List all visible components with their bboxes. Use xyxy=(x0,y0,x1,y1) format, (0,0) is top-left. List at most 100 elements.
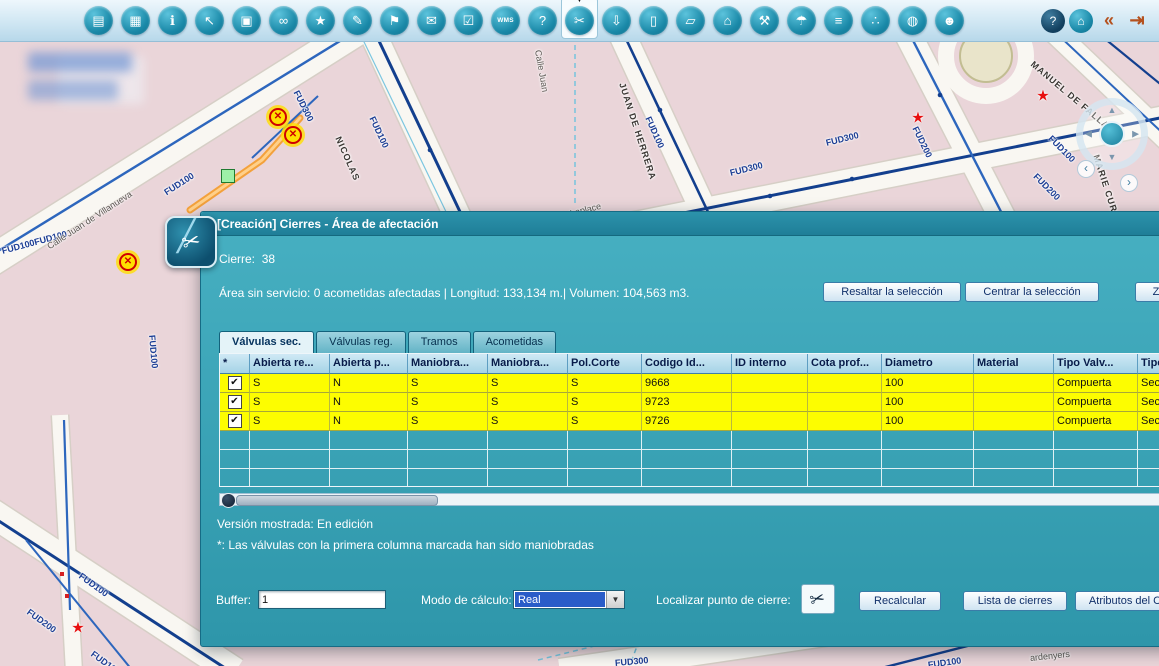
summary-text: Área sin servicio: 0 acometidas afectada… xyxy=(219,286,690,300)
row-cell: S xyxy=(488,393,568,412)
cierre-row: Cierre: 38 xyxy=(219,252,275,266)
compass-globe-icon[interactable] xyxy=(1099,121,1125,147)
localizar-tool-button[interactable]: ✂ xyxy=(801,584,835,614)
scrollbar-knob[interactable] xyxy=(221,493,236,508)
combo-dropdown-icon[interactable]: ▼ xyxy=(606,591,624,608)
column-header[interactable]: Maniobra... xyxy=(488,354,568,374)
tools-icon[interactable]: ⚒ xyxy=(750,6,779,35)
row-cell xyxy=(808,393,882,412)
column-header[interactable]: Tipo xyxy=(1138,354,1159,374)
home-building-icon-glyph: ⌂ xyxy=(724,13,732,28)
toolbar-right-strip: ?⌂«⇥ xyxy=(1037,9,1159,33)
wms-icon[interactable]: WMS xyxy=(491,6,520,35)
edit-icon[interactable]: ✎ xyxy=(343,6,372,35)
row-cell-empty xyxy=(974,431,1054,450)
column-header[interactable]: Codigo Id... xyxy=(642,354,732,374)
column-header[interactable]: Maniobra... xyxy=(408,354,488,374)
mail-icon[interactable]: ✉ xyxy=(417,6,446,35)
table-row[interactable]: ✔SNSSS9668100CompuertaSecu xyxy=(220,374,1159,393)
row-cell-empty xyxy=(808,469,882,487)
row-cell xyxy=(808,374,882,393)
pan-left-icon[interactable]: ◀ xyxy=(1085,130,1092,139)
dialog-titlebar[interactable]: [Creación] Cierres - Área de afectación xyxy=(201,212,1159,236)
map-book-icon[interactable]: ▤ xyxy=(84,6,113,35)
buffer-input[interactable] xyxy=(258,590,386,609)
table-hscrollbar[interactable] xyxy=(219,493,1159,506)
window-panel-icon[interactable]: ▱ xyxy=(676,6,705,35)
query-help-icon-glyph: ? xyxy=(539,13,546,28)
tab-tramos[interactable]: Tramos xyxy=(408,331,471,353)
column-header[interactable]: Diametro xyxy=(882,354,974,374)
messages-icon[interactable]: ≡ xyxy=(824,6,853,35)
export-down-icon-glyph: ⇩ xyxy=(611,13,622,29)
row-cell-empty xyxy=(1138,469,1159,487)
report-icon[interactable]: ▯ xyxy=(639,6,668,35)
table-row[interactable]: ✔SNSSS9723100CompuertaSecu xyxy=(220,393,1159,412)
share-network-icon[interactable]: ∴ xyxy=(861,6,890,35)
centrar-button[interactable]: Centrar la selección xyxy=(965,282,1099,302)
pan-up-icon[interactable]: ▲ xyxy=(1108,106,1117,115)
rotate-right-icon[interactable]: › xyxy=(1120,174,1138,192)
row-checkbox[interactable]: ✔ xyxy=(228,414,242,428)
help-icon[interactable]: ? xyxy=(1041,9,1065,33)
map-compass[interactable]: ▲ ▼ ◀ ▶ ‹ › xyxy=(1076,98,1146,193)
tab-v-lvulas-sec-[interactable]: Válvulas sec. xyxy=(219,331,314,353)
user-icon[interactable]: ☻ xyxy=(935,6,964,35)
row-cell xyxy=(974,412,1054,431)
table-row[interactable]: ✔SNSSS9726100CompuertaSecu xyxy=(220,412,1159,431)
share-network-icon-glyph: ∴ xyxy=(871,13,879,29)
row-cell-empty xyxy=(732,450,808,469)
favorites-star-icon[interactable]: ★ xyxy=(306,6,335,35)
copy-features-icon[interactable]: ▣ xyxy=(232,6,261,35)
rotate-left-icon[interactable]: ‹ xyxy=(1077,160,1095,178)
export-down-icon[interactable]: ⇩ xyxy=(602,6,631,35)
buffer-label: Buffer: xyxy=(216,593,251,607)
column-header[interactable]: ID interno xyxy=(732,354,808,374)
row-cell-empty xyxy=(1054,469,1138,487)
table-icon[interactable]: ▦ xyxy=(121,6,150,35)
query-help-icon[interactable]: ? xyxy=(528,6,557,35)
pan-right-icon[interactable]: ▶ xyxy=(1132,130,1139,139)
recalcular-button[interactable]: Recalcular xyxy=(859,591,941,611)
modo-select[interactable]: Real ▼ xyxy=(513,590,625,609)
resaltar-button[interactable]: Resaltar la selección xyxy=(823,282,961,302)
column-header[interactable]: Pol.Corte xyxy=(568,354,642,374)
palette-icon[interactable]: ◍ xyxy=(898,6,927,35)
back-icon[interactable]: « xyxy=(1097,9,1121,33)
logout-icon[interactable]: ⇥ xyxy=(1125,9,1149,33)
atributos-button[interactable]: Atributos del C xyxy=(1075,591,1159,611)
home-icon[interactable]: ⌂ xyxy=(1069,9,1093,33)
tasks-check-icon[interactable]: ☑ xyxy=(454,6,483,35)
row-checkbox[interactable]: ✔ xyxy=(228,395,242,409)
lista-cierres-button[interactable]: Lista de cierres xyxy=(963,591,1067,611)
tab-v-lvulas-reg-[interactable]: Válvulas reg. xyxy=(316,331,406,353)
column-header[interactable]: Tipo Valv... xyxy=(1054,354,1138,374)
flag-icon[interactable]: ⚑ xyxy=(380,6,409,35)
row-cell: ✔ xyxy=(220,374,250,393)
home-building-icon[interactable]: ⌂ xyxy=(713,6,742,35)
row-cell-empty xyxy=(732,469,808,487)
table-row-empty xyxy=(220,469,1159,487)
column-header[interactable]: * xyxy=(220,354,250,374)
column-header[interactable]: Cota prof... xyxy=(808,354,882,374)
row-checkbox[interactable]: ✔ xyxy=(228,376,242,390)
pan-down-icon[interactable]: ▼ xyxy=(1108,153,1117,162)
zoom-button[interactable]: Zo xyxy=(1135,282,1159,302)
row-cell xyxy=(808,412,882,431)
tool-dropdown-caret-icon[interactable]: ▼ xyxy=(576,0,584,4)
table-icon-glyph: ▦ xyxy=(129,13,141,29)
scrollbar-handle[interactable] xyxy=(236,495,438,506)
select-pointer-icon[interactable]: ↖ xyxy=(195,6,224,35)
column-header[interactable]: Abierta p... xyxy=(330,354,408,374)
column-header[interactable]: Material xyxy=(974,354,1054,374)
tab-acometidas[interactable]: Acometidas xyxy=(473,331,556,353)
closure-tool-icon[interactable]: ▼✂ xyxy=(565,6,594,35)
row-cell-empty xyxy=(1138,431,1159,450)
info-icon[interactable]: ℹ xyxy=(158,6,187,35)
valvulas-table: *Abierta re...Abierta p...Maniobra...Man… xyxy=(219,353,1159,487)
search-binoculars-icon[interactable]: ∞ xyxy=(269,6,298,35)
column-header[interactable]: Abierta re... xyxy=(250,354,330,374)
row-cell-empty xyxy=(974,450,1054,469)
row-cell-empty xyxy=(882,431,974,450)
water-icon[interactable]: ☂ xyxy=(787,6,816,35)
